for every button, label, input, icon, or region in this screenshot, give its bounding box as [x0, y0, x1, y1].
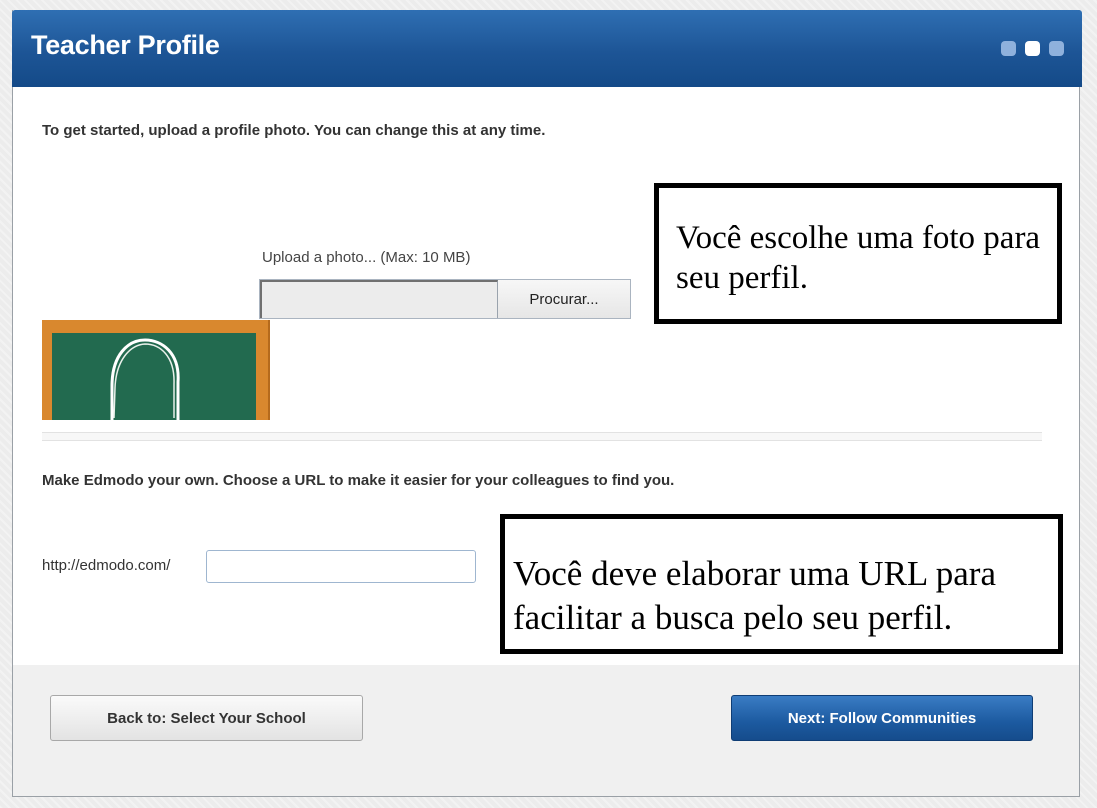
file-path-field[interactable]	[260, 280, 498, 318]
file-upload-control[interactable]: Procurar...	[259, 279, 631, 319]
section-divider	[42, 432, 1042, 441]
dialog-header: Teacher Profile	[12, 10, 1082, 87]
custom-url-input[interactable]	[206, 550, 476, 583]
step-indicator	[1001, 41, 1064, 56]
chalk-avatar-icon	[110, 338, 180, 420]
next-follow-communities-button[interactable]: Next: Follow Communities	[731, 695, 1033, 741]
upload-photo-label: Upload a photo... (Max: 10 MB)	[262, 249, 471, 266]
step-dot-2-active	[1025, 41, 1040, 56]
browse-button[interactable]: Procurar...	[498, 280, 630, 318]
step-dot-1	[1001, 41, 1016, 56]
annotation-photo-note: Você escolhe uma foto para seu perfil.	[654, 183, 1062, 324]
step-dot-3	[1049, 41, 1064, 56]
url-description-text: Make Edmodo your own. Choose a URL to ma…	[42, 472, 675, 489]
photo-intro-text: To get started, upload a profile photo. …	[42, 122, 546, 139]
url-prefix-label: http://edmodo.com/	[42, 557, 171, 574]
dialog-title: Teacher Profile	[31, 30, 220, 60]
back-select-school-button[interactable]: Back to: Select Your School	[50, 695, 363, 741]
annotation-url-note: Você deve elaborar uma URL para facilita…	[500, 514, 1063, 654]
profile-photo-placeholder	[42, 320, 270, 420]
